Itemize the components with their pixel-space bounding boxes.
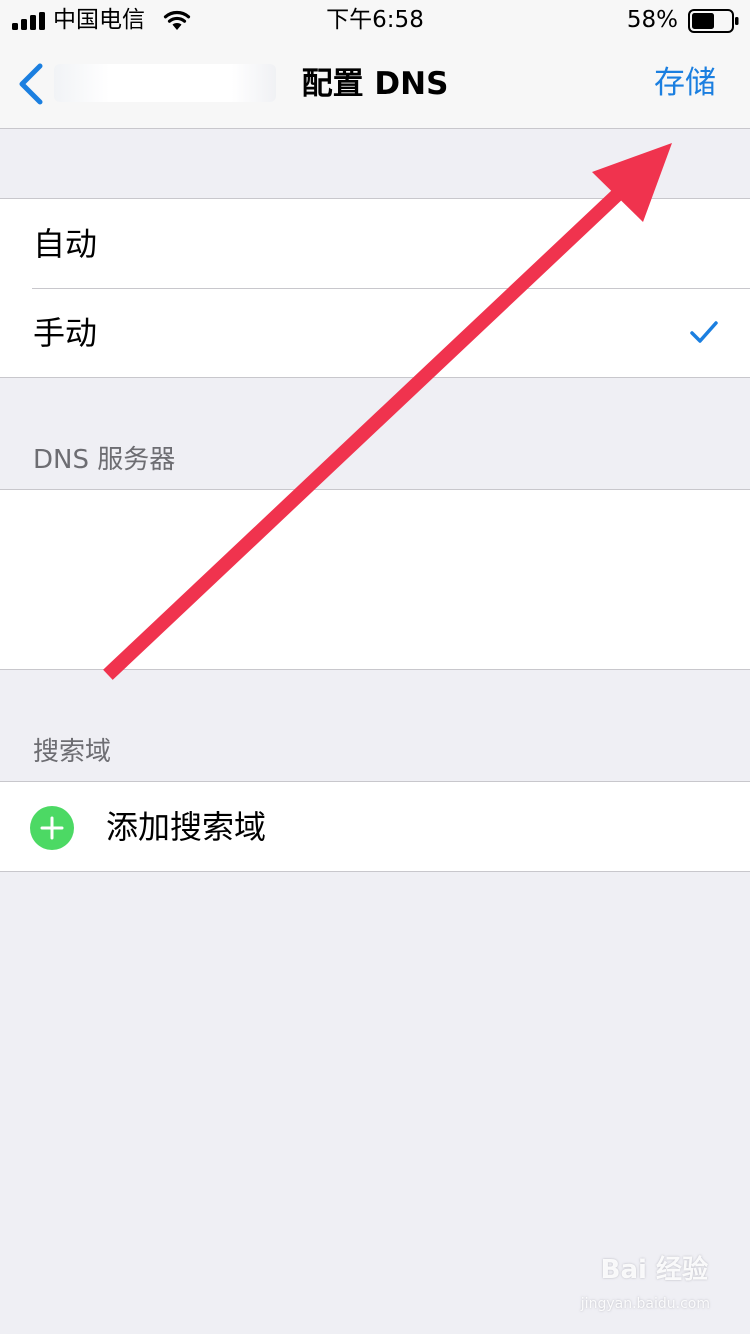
watermark-logo: Bai 经验 (600, 1255, 708, 1285)
search-domains-group: 添加搜索域 (0, 781, 750, 872)
option-automatic[interactable]: 自动 (0, 199, 750, 288)
add-search-domain-label: 添加搜索域 (106, 808, 267, 846)
option-manual-label: 手动 (33, 314, 98, 352)
status-bar: 中国电信 下午6:58 58% (0, 0, 750, 40)
watermark-url: jingyan.baidu.com (580, 1296, 710, 1312)
battery-icon (688, 9, 739, 33)
checkmark-icon (690, 321, 718, 343)
dns-mode-group: 自动 手动 (0, 198, 750, 378)
plus-circle-icon[interactable] (30, 806, 74, 850)
page-title: 配置 DNS (301, 66, 449, 102)
battery-percent: 58% (626, 7, 678, 33)
add-search-domain-row[interactable]: 添加搜索域 (0, 782, 750, 871)
dns-servers-list[interactable] (0, 489, 750, 670)
screen: 中国电信 下午6:58 58% 配置 DNS 存储 自动 手动 DNS 服务器 … (0, 0, 750, 1334)
option-automatic-label: 自动 (33, 225, 98, 263)
search-domains-header: 搜索域 (33, 737, 112, 767)
save-button[interactable]: 存储 (654, 62, 716, 104)
option-manual[interactable]: 手动 (0, 288, 750, 377)
navigation-bar: 配置 DNS 存储 (0, 40, 750, 129)
dns-servers-header: DNS 服务器 (33, 445, 176, 475)
